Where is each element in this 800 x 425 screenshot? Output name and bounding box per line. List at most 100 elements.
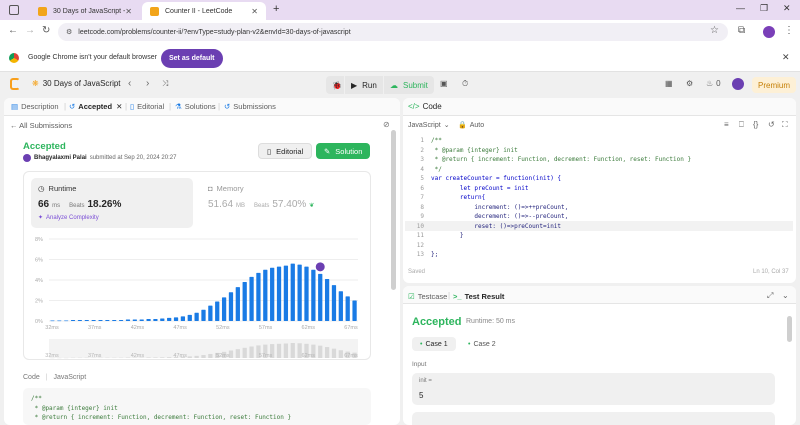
your-submission-marker[interactable]	[314, 261, 326, 273]
chart-bar[interactable]	[208, 305, 213, 322]
code-editor[interactable]: 1 2 3 4 5 6 7 8 9 10 11 12 13 /** * @param {integer}…	[405, 136, 793, 261]
shuffle-icon[interactable]: ⤨	[162, 79, 168, 89]
chart-bar[interactable]	[242, 282, 247, 321]
tab-editorial[interactable]: ▯ Editorial	[130, 102, 164, 111]
menu-icon[interactable]: ⋮	[784, 25, 794, 36]
chart-bar[interactable]	[153, 318, 158, 321]
chart-bar[interactable]	[318, 273, 323, 321]
format-icon[interactable]: ≡	[724, 120, 729, 129]
memory-header[interactable]: ◘ Memory	[208, 184, 244, 193]
prev-problem-icon[interactable]: ‹	[128, 78, 131, 89]
collapse-icon[interactable]: ⌄	[782, 291, 789, 300]
chart-bar[interactable]	[297, 264, 302, 322]
chart-bar[interactable]	[98, 319, 103, 321]
chart-bar[interactable]	[173, 317, 179, 321]
bookmark-icon[interactable]: ⎕	[739, 120, 744, 130]
chart-bar[interactable]	[345, 296, 350, 321]
case-2-tab[interactable]: • Case 2	[462, 337, 502, 351]
editorial-button[interactable]: ▯ Editorial	[258, 143, 313, 159]
left-scrollbar[interactable]	[391, 130, 396, 290]
chart-bar[interactable]	[235, 287, 240, 321]
site-info-icon[interactable]: ⚙	[66, 28, 72, 36]
test-scrollbar[interactable]	[787, 316, 792, 342]
auto-mode[interactable]: 🔒 Auto	[458, 121, 484, 130]
chart-bar[interactable]	[304, 266, 309, 321]
chart-bar[interactable]	[91, 319, 96, 321]
all-submissions-link[interactable]: ← All Submissions	[10, 121, 72, 130]
premium-button[interactable]: Premium	[752, 77, 797, 93]
close-tab-icon[interactable]: ✕	[251, 7, 258, 16]
set-as-default-button[interactable]: Set as default	[161, 49, 223, 68]
share-link-icon[interactable]: ⊘	[383, 120, 390, 129]
expand-icon[interactable]: ⤢	[767, 291, 773, 301]
close-window-icon[interactable]: ✕	[783, 3, 791, 14]
tab-solutions[interactable]: ⚗ Solutions	[175, 102, 216, 111]
chart-bar[interactable]	[194, 312, 199, 321]
braces-icon[interactable]: {}	[753, 120, 758, 129]
solution-button[interactable]: ✎ Solution	[316, 143, 371, 159]
chart-bar[interactable]	[270, 267, 275, 321]
chart-bar[interactable]	[283, 265, 289, 321]
profile-avatar[interactable]	[763, 26, 775, 38]
streak-counter[interactable]: ♨ 0	[706, 79, 721, 88]
notes-icon[interactable]: ▣	[440, 79, 448, 88]
reset-icon[interactable]: ↺	[768, 120, 775, 129]
chart-bar[interactable]	[338, 291, 343, 321]
debug-icon[interactable]: 🐞	[326, 76, 344, 94]
chart-bar[interactable]	[290, 263, 295, 321]
analyze-complexity-link[interactable]: ✦ Analyze Complexity	[38, 214, 99, 222]
close-tab-icon[interactable]: ✕	[125, 7, 132, 16]
chart-bar[interactable]	[187, 314, 192, 321]
back-icon[interactable]: ←	[8, 25, 18, 36]
run-button[interactable]: ▶ Run	[345, 76, 383, 94]
chart-bar[interactable]	[77, 319, 83, 321]
chart-bar[interactable]	[249, 276, 254, 321]
user-avatar[interactable]	[732, 78, 744, 90]
tab-testcase[interactable]: ☑ Testcase	[408, 292, 447, 301]
chart-bar[interactable]	[352, 300, 357, 322]
forward-icon[interactable]: →	[25, 25, 35, 36]
browser-tab-active[interactable]: Counter II - LeetCode ✕	[142, 2, 266, 20]
chart-bar[interactable]	[167, 317, 172, 321]
chart-bar[interactable]	[57, 320, 62, 322]
reload-icon[interactable]: ↻	[42, 25, 50, 36]
chart-bar[interactable]	[180, 316, 186, 321]
timer-icon[interactable]: ⏱	[462, 79, 468, 89]
url-field[interactable]: ⚙ leetcode.com/problems/counter-ii/?envT…	[58, 23, 728, 41]
chart-bar[interactable]	[221, 297, 227, 321]
chart-bar[interactable]	[118, 319, 124, 321]
case-1-tab[interactable]: • Case 1	[412, 337, 456, 351]
chart-bar[interactable]	[50, 320, 55, 322]
chart-bar[interactable]	[146, 318, 151, 321]
chart-bar[interactable]	[263, 269, 268, 321]
tab-accepted[interactable]: ↺ Accepted ✕	[69, 102, 122, 111]
language-select[interactable]: JavaScript ⌄	[408, 121, 450, 130]
settings-icon[interactable]: ⚙	[686, 79, 693, 88]
chart-bar[interactable]	[84, 319, 89, 321]
maximize-icon[interactable]: ❐	[760, 3, 768, 14]
chart-bar[interactable]	[160, 318, 165, 321]
submitter-name[interactable]: Bhagyalaxmi Palai	[34, 155, 87, 161]
dismiss-notice-icon[interactable]: ✕	[782, 52, 790, 63]
chart-bar[interactable]	[132, 319, 137, 321]
tab-submissions[interactable]: ↺ Submissions	[224, 102, 276, 111]
new-tab-icon[interactable]: +	[273, 3, 279, 15]
chart-bar[interactable]	[256, 272, 261, 321]
minimize-icon[interactable]: —	[736, 3, 745, 13]
chart-bar[interactable]	[70, 319, 76, 321]
chart-bar[interactable]	[311, 269, 316, 321]
submit-button[interactable]: ☁ Submit	[384, 76, 434, 94]
browser-tab[interactable]: 30 Days of JavaScript - Study P ✕	[30, 2, 140, 20]
leetcode-logo-icon[interactable]	[10, 78, 20, 90]
tab-search-icon[interactable]	[9, 5, 19, 15]
chart-bar[interactable]	[112, 319, 117, 321]
chart-bar[interactable]	[105, 319, 110, 321]
code-tab[interactable]: </> Code	[408, 102, 442, 111]
layout-icon[interactable]: ▦	[665, 79, 673, 88]
chart-bar[interactable]	[228, 292, 234, 321]
chart-bar[interactable]	[125, 319, 131, 321]
tab-test-result[interactable]: >_ Test Result	[453, 292, 504, 301]
chart-bar[interactable]	[64, 320, 69, 322]
next-problem-icon[interactable]: ›	[146, 78, 149, 89]
bookmark-star-icon[interactable]: ☆	[710, 25, 719, 36]
